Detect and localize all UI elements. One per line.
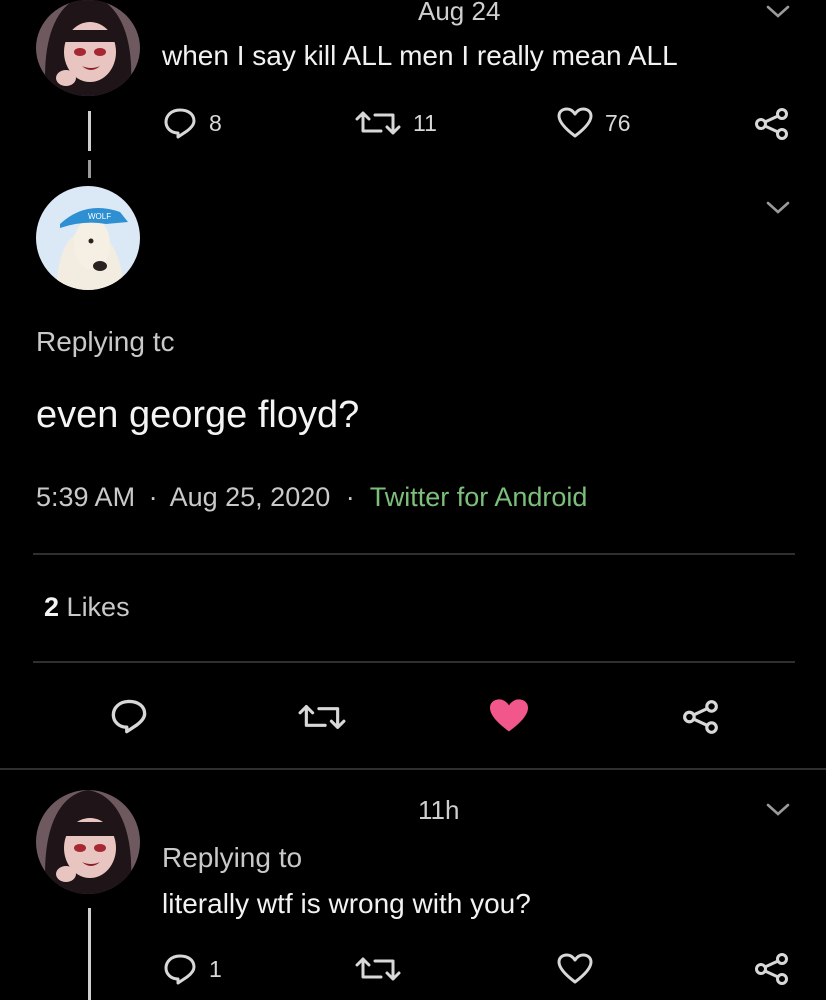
avatar-anime-girl[interactable] xyxy=(36,0,140,96)
heart-filled-icon[interactable] xyxy=(487,697,531,735)
chevron-down-icon[interactable] xyxy=(765,802,791,818)
retweet-icon[interactable] xyxy=(298,700,346,734)
reply-reply-count: 1 xyxy=(209,955,222,982)
tweet1-date: Aug 24 xyxy=(418,0,501,26)
divider-full xyxy=(0,768,826,770)
divider xyxy=(33,553,795,555)
likes-label: Likes xyxy=(66,592,130,622)
tweet-date: Aug 25, 2020 xyxy=(169,482,331,512)
reply-time: 11h xyxy=(418,795,460,825)
thread-line-bottom xyxy=(88,908,91,1000)
tweet1-like-button[interactable]: 76 xyxy=(557,107,631,139)
thread-line-top xyxy=(88,111,91,151)
tweet1-reply-count: 8 xyxy=(209,109,222,136)
likes-count: 2 xyxy=(44,592,60,622)
heart-outline-icon xyxy=(557,107,593,138)
share-icon[interactable] xyxy=(754,108,790,140)
reply-text: literally wtf is wrong with you? xyxy=(162,888,531,919)
reply-icon xyxy=(164,954,196,985)
share-icon[interactable] xyxy=(682,700,720,734)
reply-icon xyxy=(164,108,196,139)
tweet1-like-count: 76 xyxy=(605,109,631,136)
thread-line-top-tail xyxy=(88,160,91,178)
reply-icon[interactable] xyxy=(110,698,148,734)
main-tweet-text: even george floyd? xyxy=(36,394,360,436)
share-icon[interactable] xyxy=(754,953,790,985)
tweet-meta: 5:39 AM · Aug 25, 2020 · Twitter for And… xyxy=(36,482,587,513)
tweet-source-link[interactable]: Twitter for Android xyxy=(370,482,588,512)
reply-reply-button[interactable]: 1 xyxy=(163,953,222,985)
replying-to-label[interactable]: Replying tc xyxy=(36,326,175,358)
meta-separator: · xyxy=(345,482,355,512)
meta-separator: · xyxy=(148,482,158,512)
chevron-down-icon[interactable] xyxy=(765,4,791,20)
tweet1-reply-button[interactable]: 8 xyxy=(163,107,222,139)
heart-outline-icon[interactable] xyxy=(557,953,593,985)
reply-replying-to[interactable]: Replying to xyxy=(162,842,302,874)
avatar-dog[interactable]: WOLF xyxy=(36,186,140,290)
tweet1-retweet-count: 11 xyxy=(413,109,437,136)
tweet1-text: when I say kill ALL men I really mean AL… xyxy=(162,40,678,71)
retweet-icon[interactable] xyxy=(355,953,401,985)
tweet1-retweet-button[interactable]: 11 xyxy=(355,107,437,139)
retweet-icon xyxy=(355,111,401,135)
chevron-down-icon[interactable] xyxy=(765,200,791,216)
tweet-time: 5:39 AM xyxy=(36,482,136,512)
likes-summary[interactable]: 2 Likes xyxy=(44,592,130,623)
cap-text: WOLF xyxy=(88,212,111,221)
avatar-anime-girl[interactable] xyxy=(36,790,140,894)
divider xyxy=(33,661,795,663)
